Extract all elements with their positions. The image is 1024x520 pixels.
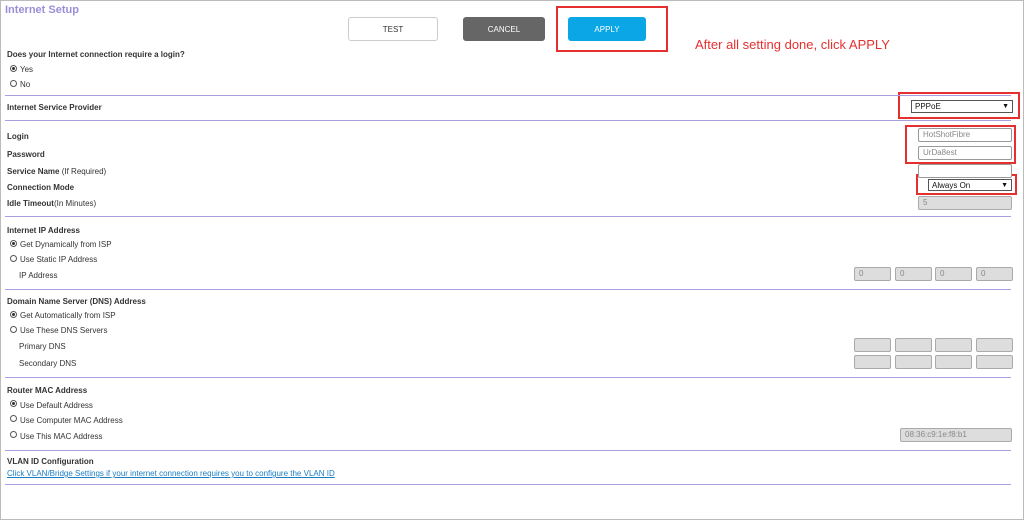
mac-this-radio[interactable]	[10, 431, 17, 438]
apply-annotation: After all setting done, click APPLY	[695, 37, 890, 52]
apply-highlight-box	[556, 6, 668, 52]
login-yes-radio[interactable]	[10, 65, 17, 72]
login-input[interactable]: HotShotFibre	[918, 128, 1012, 142]
idle-timeout-input[interactable]: 5	[918, 196, 1012, 210]
mac-this-label: Use This MAC Address	[20, 432, 103, 441]
service-name-text: Service Name	[7, 167, 60, 176]
primary-dns-octet-1[interactable]	[854, 338, 891, 352]
page-frame	[0, 0, 1024, 520]
divider	[5, 289, 1011, 290]
idle-timeout-hint: (In Minutes)	[53, 199, 97, 208]
divider	[5, 450, 1011, 451]
cancel-button[interactable]: CANCEL	[463, 17, 545, 41]
ip-octet-4[interactable]: 0	[976, 267, 1013, 281]
mac-default-label: Use Default Address	[20, 401, 93, 410]
vlan-settings-link[interactable]: Click VLAN/Bridge Settings if your inter…	[7, 469, 335, 478]
mac-default-radio[interactable]	[10, 400, 17, 407]
vlan-section-title: VLAN ID Configuration	[7, 457, 94, 466]
mac-address-input[interactable]: 08:36:c9:1e:f8:b1	[900, 428, 1012, 442]
secondary-dns-octet-2[interactable]	[895, 355, 932, 369]
dns-manual-label: Use These DNS Servers	[20, 326, 108, 335]
isp-label: Internet Service Provider	[7, 103, 102, 112]
divider	[5, 95, 1011, 96]
mac-section-title: Router MAC Address	[7, 386, 88, 395]
divider	[5, 484, 1011, 485]
password-field-label: Password	[7, 150, 45, 159]
login-question: Does your Internet connection require a …	[7, 50, 185, 59]
idle-timeout-text: Idle Timeout	[7, 199, 54, 208]
isp-select[interactable]: PPPoE ▼	[911, 100, 1013, 113]
secondary-dns-label: Secondary DNS	[19, 359, 77, 368]
primary-dns-octet-4[interactable]	[976, 338, 1013, 352]
chevron-down-icon: ▼	[1001, 181, 1008, 189]
primary-dns-label: Primary DNS	[19, 342, 66, 351]
ip-octet-3[interactable]: 0	[935, 267, 972, 281]
test-button[interactable]: TEST	[348, 17, 438, 41]
login-field-label: Login	[7, 132, 29, 141]
ip-octet-2[interactable]: 0	[895, 267, 932, 281]
ip-octet-1[interactable]: 0	[854, 267, 891, 281]
dns-auto-radio[interactable]	[10, 311, 17, 318]
divider	[5, 377, 1011, 378]
service-name-label: Service Name (If Required)	[7, 167, 106, 176]
primary-dns-octet-2[interactable]	[895, 338, 932, 352]
page-title: Internet Setup	[5, 4, 79, 16]
ip-dynamic-label: Get Dynamically from ISP	[20, 240, 112, 249]
divider	[5, 120, 1011, 121]
connection-mode-label: Connection Mode	[7, 183, 75, 192]
ip-section-title: Internet IP Address	[7, 226, 80, 235]
divider	[5, 216, 1011, 217]
dns-manual-radio[interactable]	[10, 326, 17, 333]
ip-address-label: IP Address	[19, 271, 58, 280]
idle-timeout-label: Idle Timeout(In Minutes)	[7, 199, 96, 208]
isp-select-value: PPPoE	[915, 102, 941, 111]
dns-auto-label: Get Automatically from ISP	[20, 311, 116, 320]
password-input[interactable]: UrDa8est	[918, 146, 1012, 160]
login-no-radio[interactable]	[10, 80, 17, 87]
connection-mode-value: Always On	[932, 180, 971, 190]
ip-static-label: Use Static IP Address	[20, 255, 98, 264]
dns-section-title: Domain Name Server (DNS) Address	[7, 297, 146, 306]
service-name-input[interactable]	[918, 164, 1012, 178]
ip-static-radio[interactable]	[10, 255, 17, 262]
secondary-dns-octet-1[interactable]	[854, 355, 891, 369]
chevron-down-icon: ▼	[1002, 103, 1009, 110]
connection-mode-select[interactable]: Always On ▼	[928, 179, 1012, 191]
primary-dns-octet-3[interactable]	[935, 338, 972, 352]
secondary-dns-octet-3[interactable]	[935, 355, 972, 369]
login-yes-label: Yes	[20, 65, 34, 74]
ip-dynamic-radio[interactable]	[10, 240, 17, 247]
secondary-dns-octet-4[interactable]	[976, 355, 1013, 369]
mac-computer-radio[interactable]	[10, 415, 17, 422]
mac-computer-label: Use Computer MAC Address	[20, 416, 123, 425]
login-no-label: No	[20, 80, 31, 89]
service-name-hint: (If Required)	[61, 167, 107, 176]
